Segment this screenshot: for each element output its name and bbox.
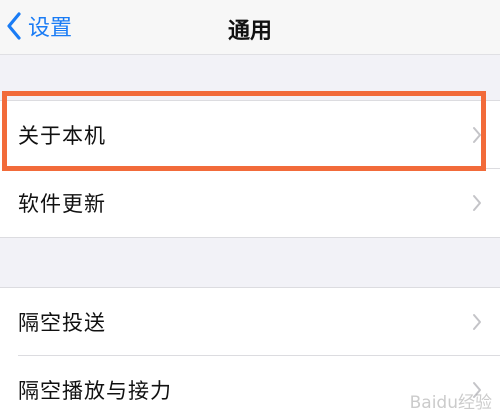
page-title: 通用 — [227, 19, 272, 44]
watermark: Baidu经验 — [409, 393, 492, 413]
row-about[interactable]: 关于本机 — [0, 101, 500, 169]
row-label: 关于本机 — [18, 124, 106, 148]
settings-screen: 设置 通用 关于本机 软件更新 隔空投送 隔空播放与接力 Baidu经验 — [0, 0, 500, 419]
row-software-update[interactable]: 软件更新 — [0, 168, 500, 237]
chevron-right-icon — [473, 195, 481, 211]
chevron-right-icon — [473, 127, 481, 143]
row-label: 隔空投送 — [18, 311, 106, 335]
row-label: 隔空播放与接力 — [18, 379, 172, 403]
row-separator — [18, 355, 500, 356]
row-separator — [18, 168, 500, 169]
row-airdrop[interactable]: 隔空投送 — [0, 288, 500, 356]
row-label: 软件更新 — [18, 192, 106, 216]
chevron-right-icon — [473, 314, 481, 330]
navigation-bar: 设置 通用 — [0, 0, 500, 55]
settings-group-1: 关于本机 软件更新 — [0, 100, 500, 238]
